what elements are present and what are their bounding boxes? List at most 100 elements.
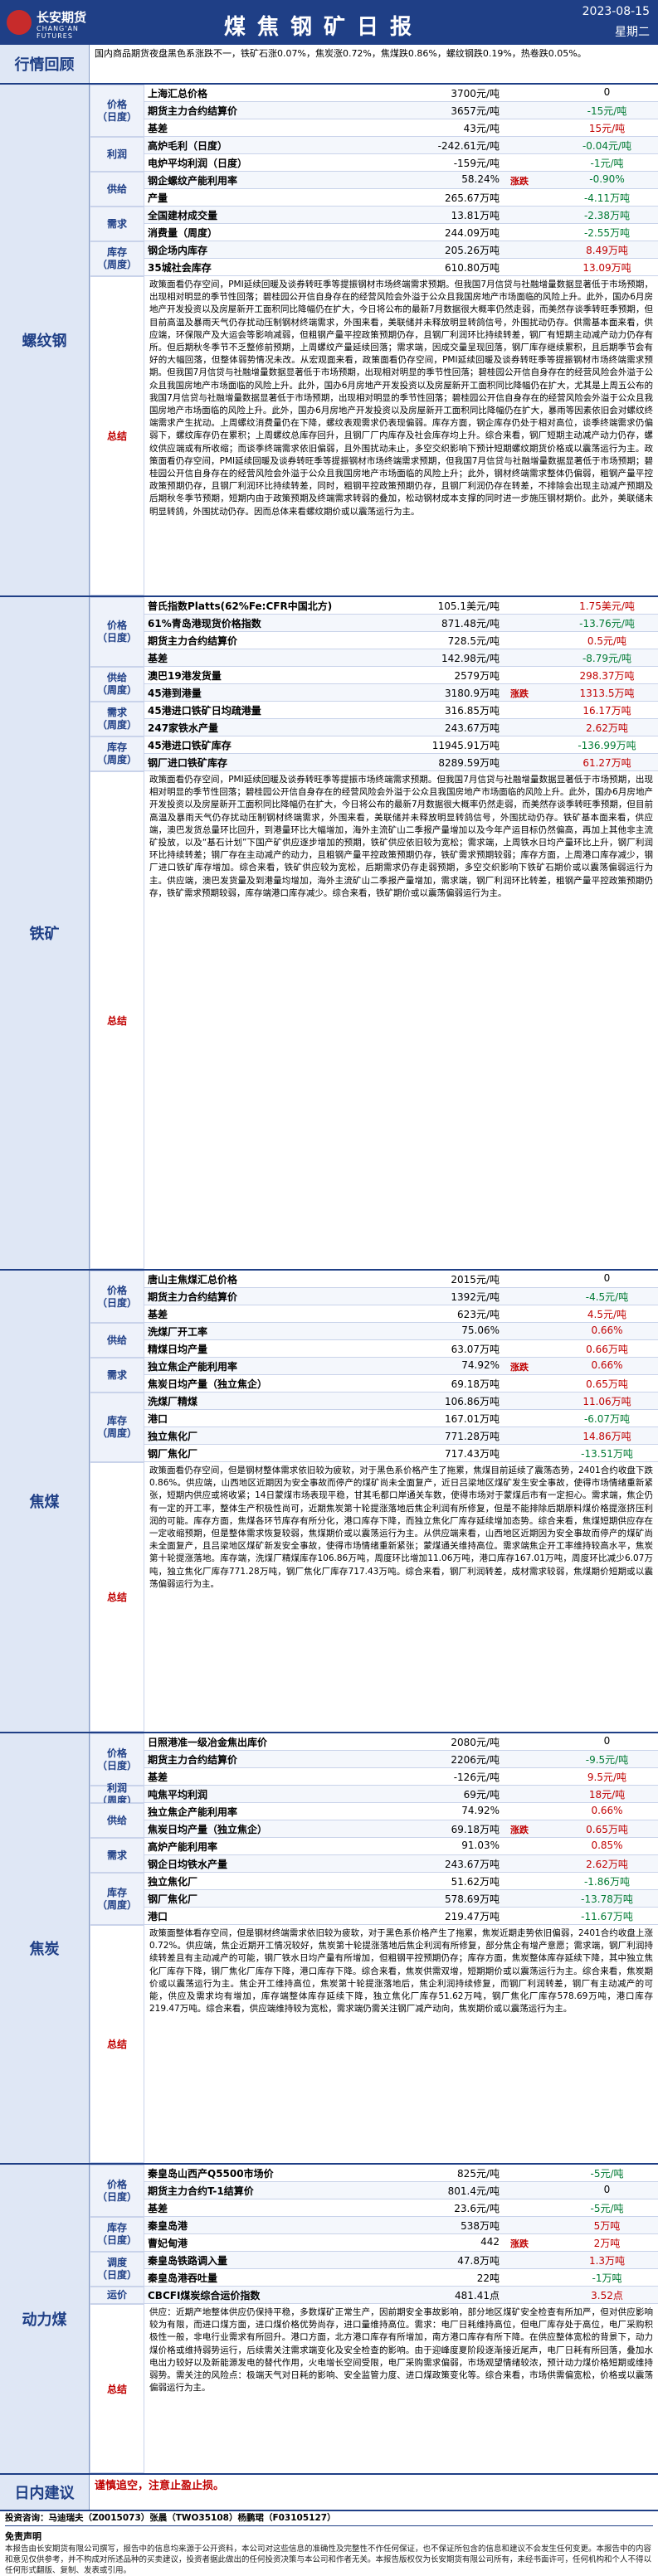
analyst-credits: 投资咨询：马迪瑞夫（Z0015073）张晨（TWO35108）杨鹏珺（F0310… <box>5 2513 653 2526</box>
thermal-coal-section: 动力煤 价格 （日度） 库存 （日度） 调度 （日度） 运价 秦皇岛山西产Q5500市场价… <box>0 2165 658 2475</box>
iron-ore-section: 铁矿 价格 （日度） 供给 （周度） 需求 （周度） 库存 （周度） 普氏指数Platts… <box>0 597 658 1271</box>
data-row: 精煤日均产量 63.07万吨 0.66万吨 <box>144 1340 658 1358</box>
row-value: -242.61元/吨 <box>437 140 500 152</box>
data-row: 钢厂进口铁矿库存 8289.59万吨 61.27万吨 <box>144 754 658 771</box>
row-change: -1.86万吨 <box>583 1876 631 1888</box>
row-change: -5元/吨 <box>590 2203 624 2214</box>
summary-label: 总结 <box>90 1462 144 1732</box>
row-change: 13.09万吨 <box>582 262 631 274</box>
coke-label: 焦炭 <box>0 1733 90 2163</box>
row-label: 洗煤厂开工率 <box>148 1326 208 1338</box>
data-row: 期货主力合约结算价 2206元/吨 -9.5元/吨 <box>144 1751 658 1768</box>
row-value: 3180.9万吨 <box>445 688 500 699</box>
row-label: 35城社会库存 <box>148 262 212 274</box>
row-change: 1.75美元/吨 <box>579 600 635 612</box>
row-value: 8289.59万吨 <box>438 757 500 769</box>
row-value: 91.03% <box>461 1840 500 1851</box>
data-row: 吨焦平均利润 69元/吨 18元/吨 <box>144 1786 658 1803</box>
row-change: 0.66% <box>591 1324 623 1336</box>
data-row: 独立焦企产能利用率 74.92% 0.66% <box>144 1803 658 1820</box>
intraday-advice-label: 日内建议 <box>0 2475 90 2510</box>
row-change: 1.3万吨 <box>588 2255 626 2267</box>
row-change: 0.66% <box>591 1359 623 1371</box>
row-change: -11.67万吨 <box>581 1911 633 1922</box>
data-row: 钢企日均铁水产量 243.67万吨 2.62万吨 <box>144 1855 658 1873</box>
report-header: 长安期货 CHANG'AN FUTURES 煤焦钢矿日报 2023-08-15 … <box>0 0 658 45</box>
data-row: 247家铁水产量 243.67万吨 2.62万吨 <box>144 719 658 736</box>
row-change: -15元/吨 <box>587 105 627 117</box>
row-value: 75.06% <box>461 1324 500 1336</box>
row-change: 0 <box>603 1272 611 1284</box>
change-column-label: 涨跌 <box>510 688 529 699</box>
data-row: 独立焦化厂 51.62万吨 -1.86万吨 <box>144 1873 658 1890</box>
coking-coal-section: 焦煤 价格 （日度） 供给 需求 库存 （周度） 唐山主焦煤汇总价格 2015元/吨 0 期货主… <box>0 1271 658 1733</box>
row-value: 728.5元/吨 <box>447 635 500 647</box>
row-value: 578.69万吨 <box>445 1893 500 1905</box>
data-row: 全国建材成交量 13.81万吨 -2.38万吨 <box>144 207 658 224</box>
row-label: 港口 <box>148 1413 168 1425</box>
group-label: 库存 （周度） <box>90 241 144 276</box>
row-change: 14.86万吨 <box>582 1431 631 1442</box>
row-label: 期货主力合约结算价 <box>148 1754 238 1766</box>
data-row: 基差 43元/吨 15元/吨 <box>144 119 658 137</box>
row-value: 623元/吨 <box>457 1309 500 1320</box>
row-change: -13.78万吨 <box>581 1893 633 1905</box>
row-value: 243.67万吨 <box>445 722 500 734</box>
group-label: 供给 （周度） <box>90 667 144 702</box>
summary-label: 总结 <box>90 2304 144 2473</box>
thermal-coal-label: 动力煤 <box>0 2165 90 2473</box>
group-label: 需求 （周度） <box>90 702 144 736</box>
row-label: 曹妃甸港 <box>148 2238 188 2249</box>
row-value: 13.81万吨 <box>451 210 500 221</box>
row-label: CBCFI煤炭综合运价指数 <box>148 2290 261 2301</box>
row-change: 298.37万吨 <box>579 670 635 682</box>
coking-coal-body: 价格 （日度） 供给 需求 库存 （周度） 唐山主焦煤汇总价格 2015元/吨 0 期货主力合… <box>90 1271 658 1732</box>
row-label: 港口 <box>148 1911 168 1922</box>
row-value: 610.80万吨 <box>445 262 500 274</box>
row-label: 钢厂焦化厂 <box>148 1893 198 1905</box>
row-label: 基差 <box>148 1772 168 1783</box>
logo-mark-icon <box>7 10 32 35</box>
row-change: 8.49万吨 <box>586 245 628 256</box>
row-label: 期货主力合约结算价 <box>148 1291 238 1303</box>
row-value: 3700元/吨 <box>451 88 500 100</box>
row-change: -2.55万吨 <box>583 227 631 239</box>
data-row: 基差 -126元/吨 9.5元/吨 <box>144 1768 658 1786</box>
report-footer: 投资咨询：马迪瑞夫（Z0015073）张晨（TWO35108）杨鹏珺（F0310… <box>0 2511 658 2575</box>
row-value: 219.47万吨 <box>445 1911 500 1922</box>
row-label: 电炉平均利润（日度） <box>148 158 248 169</box>
data-row: 产量 265.67万吨 -4.11万吨 <box>144 189 658 207</box>
row-value: 69.18万吨 <box>451 1824 500 1835</box>
row-value: 442 <box>480 2236 500 2248</box>
row-change: -1万吨 <box>592 2272 622 2284</box>
row-change: -4.5元/吨 <box>585 1291 629 1303</box>
data-row: 焦炭日均产量（独立焦企） 69.18万吨 0.65万吨 <box>144 1375 658 1392</box>
row-label: 期货主力合约T-1结算价 <box>148 2185 254 2197</box>
row-value: 106.86万吨 <box>445 1396 500 1407</box>
data-row: 上海汇总价格 3700元/吨 0 <box>144 85 658 102</box>
group-label: 需求 <box>90 1838 144 1873</box>
summary-text: 供应：近期产地整体供应仍保持平稳，多数煤矿正常生产，因前期安全事故影响，部分地区… <box>149 2307 653 2394</box>
row-label: 精煤日均产量 <box>148 1344 208 1355</box>
data-row: 秦皇岛港 538万吨 5万吨 <box>144 2217 658 2234</box>
row-value: 2206元/吨 <box>451 1754 500 1766</box>
row-change: -0.04元/吨 <box>582 140 632 152</box>
data-row: 期货主力合约结算价 1392元/吨 -4.5元/吨 <box>144 1288 658 1305</box>
row-value: 142.98元/吨 <box>441 653 500 664</box>
row-label: 普氏指数Platts(62%Fe:CFR中国北方) <box>148 600 333 612</box>
group-label: 价格 （日度） <box>90 597 144 667</box>
rebar-label: 螺纹钢 <box>0 85 90 595</box>
data-row: 基差 23.6元/吨 -5元/吨 <box>144 2199 658 2217</box>
row-change: 18元/吨 <box>588 1789 626 1801</box>
group-label: 运价 <box>90 2287 144 2304</box>
data-row: 期货主力合约T-1结算价 801.4元/吨 0 <box>144 2182 658 2199</box>
row-change: 2.62万吨 <box>586 1859 628 1870</box>
data-row: 45港到港量 3180.9万吨 1313.5万吨 <box>144 684 658 702</box>
logo-english-name: CHANG'AN FUTURES <box>37 25 79 40</box>
change-column-label: 涨跌 <box>510 2238 529 2249</box>
row-change: 9.5元/吨 <box>587 1772 627 1783</box>
row-label: 高炉毛利（日度） <box>148 140 228 152</box>
row-change: 5万吨 <box>593 2220 621 2232</box>
row-change: -9.5元/吨 <box>585 1754 629 1766</box>
row-value: -159元/吨 <box>453 158 500 169</box>
